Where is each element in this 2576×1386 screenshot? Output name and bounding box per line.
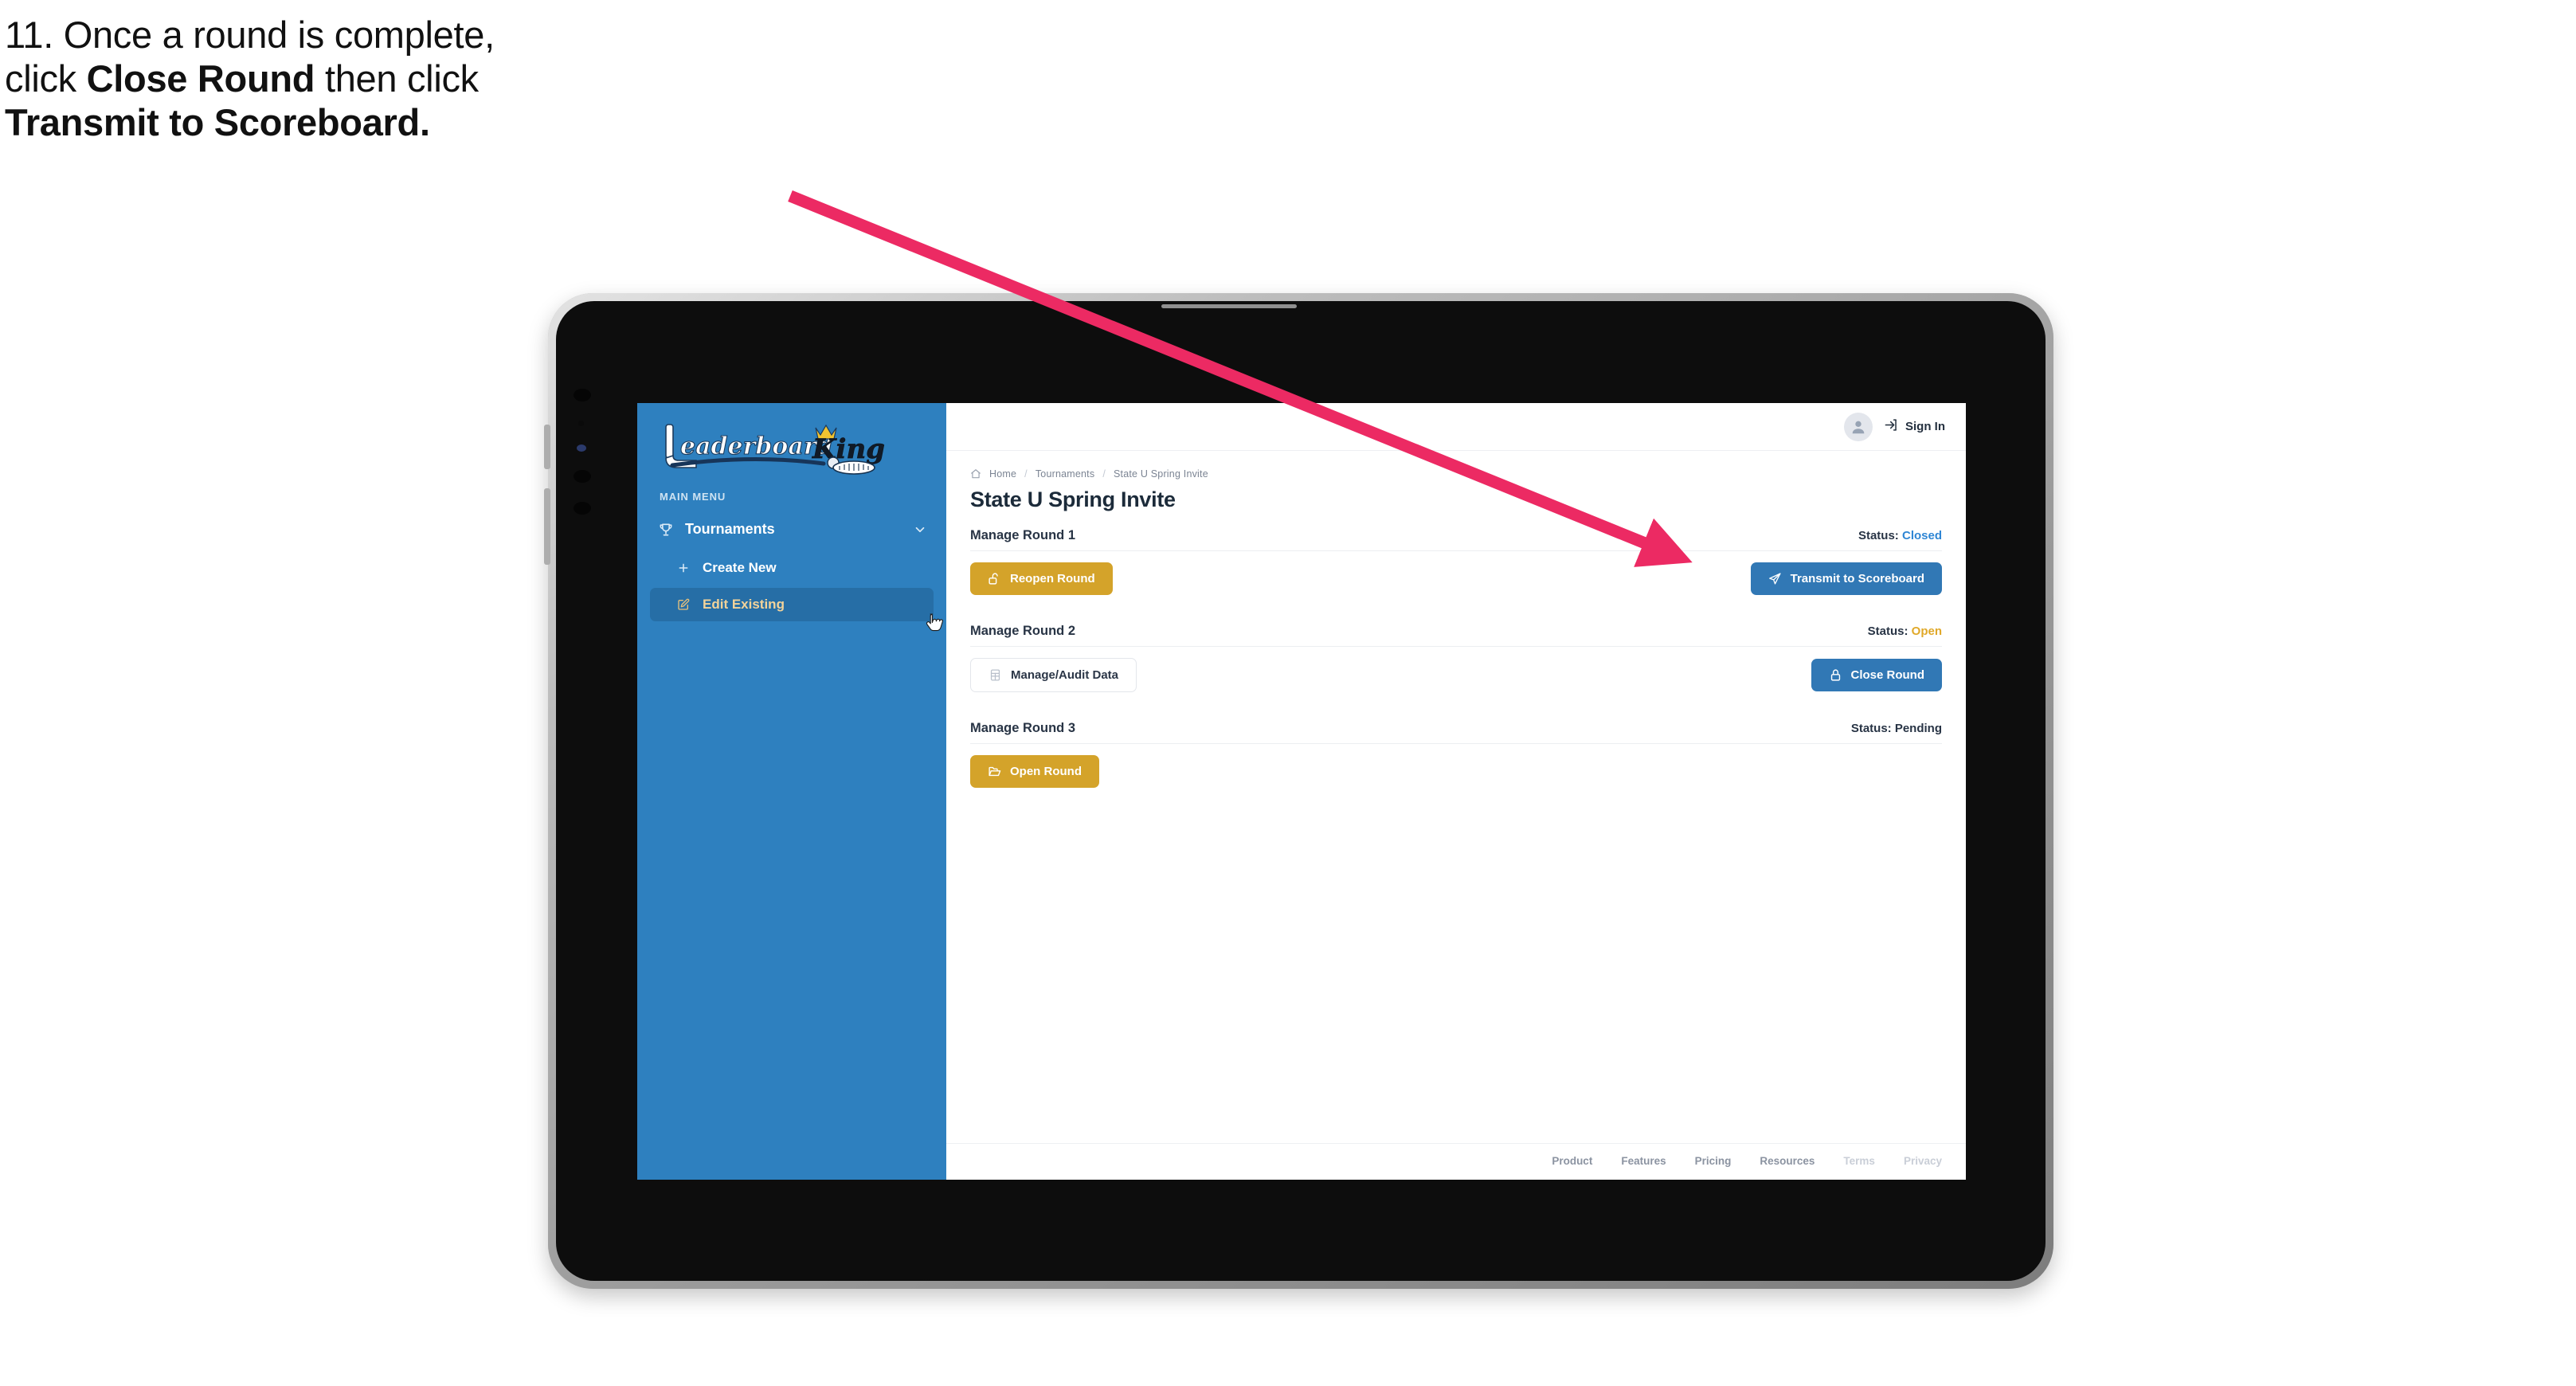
transmit-to-scoreboard-button[interactable]: Transmit to Scoreboard xyxy=(1750,562,1942,595)
tablet-volume-button-up[interactable] xyxy=(544,425,550,469)
sidebar-item-tournaments-label: Tournaments xyxy=(685,521,775,537)
svg-text:King: King xyxy=(812,433,885,465)
breadcrumb-item-home[interactable]: Home xyxy=(989,468,1016,480)
tablet-camera-lens-tertiary xyxy=(574,502,591,515)
app-screen: eaderboard King MAIN MENU Tournaments Cr… xyxy=(637,403,1966,1180)
caption-line-1: 11. Once a round is complete, xyxy=(5,14,495,56)
close-round-button[interactable]: Close Round xyxy=(1811,659,1942,691)
reopen-round-button[interactable]: Reopen Round xyxy=(970,562,1113,595)
instruction-caption: 11. Once a round is complete, click Clos… xyxy=(5,14,865,147)
tablet-led-indicator xyxy=(577,444,586,452)
footer-link-pricing[interactable]: Pricing xyxy=(1695,1155,1732,1167)
spreadsheet-icon xyxy=(989,668,1002,682)
tablet-speaker-grille xyxy=(1161,304,1297,308)
page-title: State U Spring Invite xyxy=(970,487,1176,511)
round-3-header: Manage Round 3 Status: Pending xyxy=(970,721,1942,744)
round-1-header: Manage Round 1 Status: Closed xyxy=(970,528,1942,551)
round-2-name: Manage Round 2 xyxy=(970,624,1076,638)
sign-in-button[interactable]: Sign In xyxy=(1884,417,1945,436)
footer-link-features[interactable]: Features xyxy=(1621,1155,1666,1167)
round-1-actions: Reopen Round Transmit to Scoreboard xyxy=(970,551,1942,616)
user-avatar-icon xyxy=(1852,421,1865,433)
trophy-icon xyxy=(658,522,674,538)
chevron-down-icon[interactable] xyxy=(913,523,927,537)
breadcrumb-separator-2: / xyxy=(1102,468,1106,480)
footer: Product Features Pricing Resources Terms… xyxy=(946,1143,1966,1180)
round-2-status-value: Open xyxy=(1911,624,1942,638)
open-round-button[interactable]: Open Round xyxy=(970,755,1099,788)
user-avatar[interactable] xyxy=(1844,412,1873,441)
sidebar-item-edit-existing-label: Edit Existing xyxy=(703,597,785,612)
sidebar-item-tournaments[interactable]: Tournaments xyxy=(637,511,946,548)
breadcrumb-separator-1: / xyxy=(1024,468,1028,480)
manage-audit-data-button[interactable]: Manage/Audit Data xyxy=(970,658,1137,692)
footer-link-privacy[interactable]: Privacy xyxy=(1904,1155,1942,1167)
tablet-camera-lens xyxy=(574,389,591,401)
sidebar-item-edit-existing[interactable]: Edit Existing xyxy=(650,588,934,621)
breadcrumb: Home / Tournaments / State U Spring Invi… xyxy=(970,468,1942,480)
sign-in-arrow-icon xyxy=(1884,417,1899,436)
round-section-1: Manage Round 1 Status: Closed Reopen Rou… xyxy=(970,528,1942,616)
sidebar-section-label: MAIN MENU xyxy=(660,491,726,503)
caption-line-3: Transmit to Scoreboard. xyxy=(5,100,430,143)
round-2-status-label: Status: xyxy=(1867,624,1909,638)
sign-in-label: Sign In xyxy=(1905,420,1945,433)
open-folder-icon xyxy=(988,765,1001,778)
caption-line-2-prefix: click xyxy=(5,57,87,100)
caption-line-2-suffix: then click xyxy=(315,57,479,100)
svg-text:eaderboard: eaderboard xyxy=(680,433,833,460)
round-3-name: Manage Round 3 xyxy=(970,721,1076,735)
round-1-name: Manage Round 1 xyxy=(970,528,1076,542)
transmit-to-scoreboard-label: Transmit to Scoreboard xyxy=(1790,572,1924,585)
home-icon[interactable] xyxy=(970,468,981,480)
lock-icon xyxy=(1829,668,1842,682)
sidebar-item-create-new-label: Create New xyxy=(703,560,777,575)
send-paper-plane-icon xyxy=(1768,572,1782,585)
round-2-header: Manage Round 2 Status: Open xyxy=(970,624,1942,647)
round-1-status-value: Closed xyxy=(1901,529,1942,542)
round-3-status: Status: Pending xyxy=(1851,722,1942,735)
breadcrumb-item-current: State U Spring Invite xyxy=(1114,468,1208,480)
round-3-status-label: Status: xyxy=(1850,722,1892,735)
tablet-device: eaderboard King MAIN MENU Tournaments Cr… xyxy=(544,293,2053,1289)
footer-link-terms[interactable]: Terms xyxy=(1843,1155,1875,1167)
round-1-status-label: Status: xyxy=(1858,529,1899,542)
top-bar: Sign In xyxy=(946,403,1966,451)
round-1-status: Status: Closed xyxy=(1858,529,1942,542)
plus-icon xyxy=(677,562,690,574)
round-3-status-value: Pending xyxy=(1894,722,1942,735)
tablet-camera-lens-secondary xyxy=(574,470,591,483)
breadcrumb-item-tournaments[interactable]: Tournaments xyxy=(1035,468,1094,480)
tablet-volume-button-down[interactable] xyxy=(544,488,550,565)
leaderboard-king-logo-icon: eaderboard King xyxy=(665,424,885,475)
open-round-label: Open Round xyxy=(1010,765,1082,778)
footer-link-product[interactable]: Product xyxy=(1552,1155,1592,1167)
round-3-actions: Open Round xyxy=(970,744,1942,808)
page-content: Home / Tournaments / State U Spring Invi… xyxy=(946,451,1966,1143)
main-panel: Sign In Home / Tournaments / State U Spr… xyxy=(946,403,1966,1180)
screenshot-root: 11. Once a round is complete, click Clos… xyxy=(0,0,2576,1386)
round-section-2: Manage Round 2 Status: Open Manage/Audit… xyxy=(970,624,1942,713)
round-section-3: Manage Round 3 Status: Pending Open Roun… xyxy=(970,721,1942,808)
reopen-round-label: Reopen Round xyxy=(1010,572,1095,585)
close-round-label: Close Round xyxy=(1850,668,1925,682)
round-2-actions: Manage/Audit Data Close Round xyxy=(970,647,1942,713)
tablet-bezel: eaderboard King MAIN MENU Tournaments Cr… xyxy=(556,301,2046,1281)
caption-line-2: click Close Round then click xyxy=(5,57,865,100)
tablet-sensor-dot xyxy=(578,421,584,426)
edit-pencil-icon xyxy=(677,598,690,611)
footer-link-resources[interactable]: Resources xyxy=(1760,1155,1815,1167)
round-2-status: Status: Open xyxy=(1868,624,1942,638)
caption-line-2-bold: Close Round xyxy=(86,57,315,100)
unlock-icon xyxy=(988,572,1001,585)
app-logo[interactable]: eaderboard King xyxy=(637,403,946,486)
manage-audit-data-label: Manage/Audit Data xyxy=(1011,668,1119,682)
sidebar: eaderboard King MAIN MENU Tournaments Cr… xyxy=(637,403,946,1180)
sidebar-item-create-new[interactable]: Create New xyxy=(650,551,934,585)
